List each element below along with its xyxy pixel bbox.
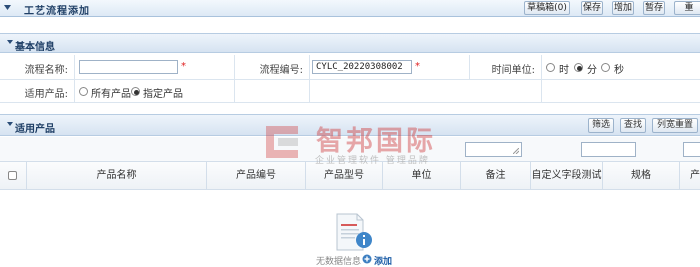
- spec-filter-input[interactable]: [581, 142, 636, 157]
- search-button[interactable]: 查找: [620, 118, 646, 133]
- col-product-model[interactable]: 产品型号: [306, 162, 383, 190]
- add-link[interactable]: 添加: [374, 254, 392, 267]
- collapse-arrow-icon[interactable]: [7, 40, 13, 44]
- drafts-button[interactable]: 草稿箱(0): [524, 1, 570, 15]
- flow-name-cell: *: [75, 55, 235, 80]
- col-spec[interactable]: 规格: [603, 162, 680, 190]
- flow-code-input[interactable]: CYLC_20220308002: [312, 60, 412, 74]
- radio-minute-label: 分: [587, 65, 597, 76]
- brand-logo-icon: [266, 126, 298, 158]
- select-all-cell: [0, 162, 27, 190]
- radio-minute[interactable]: [574, 63, 583, 72]
- save-button[interactable]: 保存: [581, 1, 603, 15]
- reset-column-width-button[interactable]: 列宽重置: [652, 118, 698, 133]
- resize-grip-icon: [513, 148, 519, 154]
- extra-filter-input[interactable]: [683, 142, 700, 157]
- time-unit-cell: 时 分 秒: [542, 55, 700, 80]
- reset-button[interactable]: 重: [674, 1, 700, 15]
- add-button[interactable]: 增加: [612, 1, 634, 15]
- time-unit-label-cell: 时间单位:: [470, 55, 542, 80]
- select-all-checkbox[interactable]: [8, 171, 17, 180]
- filter-button[interactable]: 筛选: [588, 118, 614, 133]
- basic-info-header[interactable]: 基本信息: [0, 33, 700, 53]
- radio-all-products[interactable]: [79, 87, 88, 96]
- remark-filter-input[interactable]: [465, 142, 522, 157]
- no-data-text: 无数据信息: [316, 257, 362, 267]
- add-circle-icon[interactable]: [362, 254, 372, 264]
- col-remark[interactable]: 备注: [461, 162, 531, 190]
- radio-specified-products-label: 指定产品: [143, 89, 183, 100]
- products-title: 适用产品: [15, 124, 55, 135]
- flow-code-label-cell: 流程编号:: [235, 55, 310, 80]
- radio-second-label: 秒: [614, 65, 624, 76]
- radio-all-products-label: 所有产品: [91, 89, 131, 100]
- title-bar: 工艺流程添加 草稿箱(0) 保存 增加 暂存 重: [0, 0, 700, 17]
- time-unit-label: 时间单位:: [491, 65, 535, 76]
- empty-cell: [235, 80, 310, 103]
- empty-cell: [542, 80, 700, 103]
- flow-name-label: 流程名称:: [24, 65, 68, 76]
- col-product-code[interactable]: 产品编号: [207, 162, 306, 190]
- col-unit[interactable]: 单位: [383, 162, 461, 190]
- flow-code-cell: CYLC_20220308002 *: [310, 55, 470, 80]
- required-mark: *: [181, 61, 186, 72]
- basic-info-title: 基本信息: [15, 42, 55, 53]
- flow-name-input[interactable]: [79, 60, 178, 74]
- watermark-tagline: 企业管理软件 管理品牌: [315, 156, 430, 166]
- empty-cell: [310, 80, 542, 103]
- radio-specified-products[interactable]: [131, 87, 140, 96]
- page-title: 工艺流程添加: [24, 6, 90, 17]
- applies-cell: 所有产品 指定产品: [75, 80, 235, 103]
- radio-hour[interactable]: [546, 63, 555, 72]
- collapse-arrow-icon: [4, 5, 11, 10]
- col-product-name[interactable]: 产品名称: [27, 162, 207, 190]
- flow-code-label: 流程编号:: [259, 65, 303, 76]
- col-more[interactable]: 产: [680, 162, 700, 190]
- radio-second[interactable]: [601, 63, 610, 72]
- col-custom-field[interactable]: 自定义字段测试: [531, 162, 603, 190]
- radio-hour-label: 时: [559, 65, 569, 76]
- required-mark: *: [415, 61, 420, 72]
- collapse-arrow-icon[interactable]: [7, 122, 13, 126]
- applies-label: 适用产品:: [24, 89, 68, 100]
- applies-label-cell: 适用产品:: [0, 80, 75, 103]
- no-data-document-icon: [336, 213, 372, 251]
- flow-name-label-cell: 流程名称:: [0, 55, 75, 80]
- temp-save-button[interactable]: 暂存: [643, 1, 665, 15]
